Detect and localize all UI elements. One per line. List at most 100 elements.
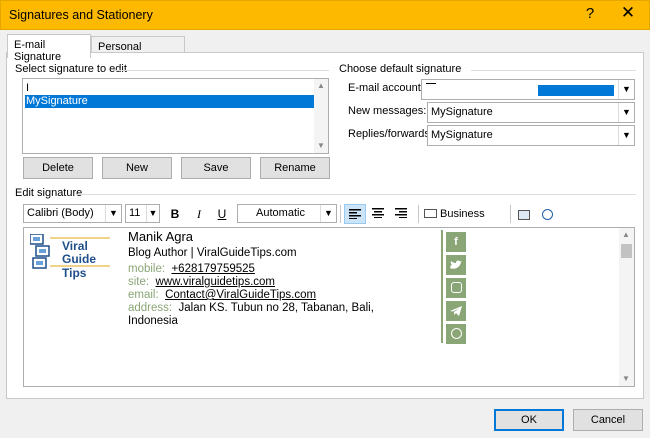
tab-email-signature[interactable]: E-mail Signature xyxy=(7,34,91,63)
twitter-bird-glyph xyxy=(450,260,462,269)
scroll-down-icon[interactable]: ▼ xyxy=(619,372,633,386)
address-label: address: xyxy=(128,302,173,314)
align-left-icon xyxy=(349,209,361,219)
site-label: site: xyxy=(128,276,150,288)
tab-email-signature-label: E-mail Signature xyxy=(14,39,62,63)
editor-scrollbar[interactable]: ▲ ▼ xyxy=(619,228,634,386)
scroll-down-icon[interactable]: ▼ xyxy=(314,139,328,153)
align-center-button[interactable] xyxy=(367,204,389,224)
save-button[interactable]: Save xyxy=(181,157,251,179)
signature-list[interactable]: I MySignature ▲ ▼ xyxy=(22,78,329,154)
chevron-down-icon[interactable]: ▼ xyxy=(618,126,634,145)
replies-forwards-value: MySignature xyxy=(431,129,493,141)
cancel-button[interactable]: Cancel xyxy=(573,409,643,431)
logo-text-line1: Viral xyxy=(62,239,88,253)
ok-button[interactable]: OK xyxy=(494,409,564,431)
list-item-label: MySignature xyxy=(26,95,88,107)
email-account-label: E-mail account: xyxy=(348,82,424,94)
signature-address: address: Jalan KS. Tubun no 28, Tabanan,… xyxy=(128,302,374,314)
redacted-account xyxy=(538,85,614,96)
site-link[interactable]: www.viralguidetips.com xyxy=(155,276,275,288)
list-item-selected[interactable]: MySignature xyxy=(25,95,316,108)
new-button[interactable]: New xyxy=(102,157,172,179)
signature-editor[interactable]: Viral Guide Tips Manik Agra Blog Author … xyxy=(23,227,635,387)
new-messages-select[interactable]: MySignature ▼ xyxy=(427,102,635,123)
chevron-down-icon[interactable]: ▼ xyxy=(105,205,121,222)
bold-button[interactable]: B xyxy=(166,204,184,224)
logo-text-line2: Guide Tips xyxy=(62,252,97,280)
email-label: email: xyxy=(128,289,159,301)
italic-button[interactable]: I xyxy=(190,204,208,224)
align-left-button[interactable] xyxy=(344,204,366,224)
signature-email: email: Contact@ViralGuideTips.com xyxy=(128,289,316,301)
close-button[interactable]: ✕ xyxy=(615,3,641,27)
default-signature-heading: Choose default signature xyxy=(339,63,462,75)
font-color-select[interactable]: Automatic ▼ xyxy=(237,204,337,223)
globe-link-icon xyxy=(541,209,553,221)
email-account-select[interactable]: ▼ xyxy=(421,79,635,100)
address-line1: Jalan KS. Tubun no 28, Tabanan, Bali, xyxy=(178,302,374,314)
scroll-thumb[interactable] xyxy=(621,244,632,258)
signature-divider xyxy=(441,230,443,343)
scroll-up-icon[interactable]: ▲ xyxy=(619,228,633,242)
signatures-dialog: Signatures and Stationery ? ✕ E-mail Sig… xyxy=(0,0,650,438)
insert-picture-button[interactable] xyxy=(514,204,534,224)
delete-button[interactable]: Delete xyxy=(23,157,93,179)
scroll-up-icon[interactable]: ▲ xyxy=(314,79,328,93)
toolbar-separator xyxy=(510,205,511,223)
font-size-value: 11 xyxy=(129,207,141,219)
underline-button[interactable]: U xyxy=(213,204,231,224)
whatsapp-glyph xyxy=(450,327,462,339)
new-messages-value: MySignature xyxy=(431,106,493,118)
list-item[interactable]: I xyxy=(25,82,316,95)
rename-button[interactable]: Rename xyxy=(260,157,330,179)
replies-forwards-select[interactable]: MySignature ▼ xyxy=(427,125,635,146)
replies-forwards-label: Replies/forwards: xyxy=(348,128,433,140)
picture-icon xyxy=(518,209,530,220)
email-link[interactable]: Contact@ViralGuideTips.com xyxy=(165,289,316,301)
font-color-value: Automatic xyxy=(256,207,305,219)
edit-signature-heading: Edit signature xyxy=(15,187,83,199)
chevron-down-icon[interactable]: ▼ xyxy=(146,205,159,222)
font-select[interactable]: Calibri (Body) ▼ xyxy=(23,204,122,223)
viral-guide-tips-logo: Viral Guide Tips xyxy=(29,233,112,280)
help-button[interactable]: ? xyxy=(579,5,601,25)
signature-role: Blog Author | ViralGuideTips.com xyxy=(128,247,297,259)
window-title: Signatures and Stationery xyxy=(9,8,153,22)
insert-hyperlink-button[interactable] xyxy=(537,204,557,224)
signature-name: Manik Agra xyxy=(128,229,194,244)
font-size-select[interactable]: 11 ▼ xyxy=(125,204,160,223)
list-scrollbar[interactable]: ▲ ▼ xyxy=(314,79,328,153)
align-right-button[interactable] xyxy=(390,204,412,224)
group-divider xyxy=(471,70,636,71)
select-signature-heading: Select signature to edit xyxy=(15,63,127,75)
mobile-link[interactable]: +628179759525 xyxy=(171,263,254,275)
signature-mobile: mobile: +628179759525 xyxy=(128,263,255,275)
telegram-plane-glyph xyxy=(450,306,462,316)
list-item-label: I xyxy=(26,82,30,94)
toolbar-separator xyxy=(418,205,419,223)
business-card-button[interactable]: Business Card xyxy=(424,204,506,240)
twitter-icon[interactable] xyxy=(446,255,466,275)
toolbar-separator xyxy=(340,205,341,223)
telegram-icon[interactable] xyxy=(446,301,466,321)
chevron-down-icon[interactable]: ▼ xyxy=(618,103,634,122)
instagram-icon[interactable] xyxy=(446,278,466,298)
font-value: Calibri (Body) xyxy=(27,207,94,219)
new-messages-label: New messages: xyxy=(348,105,427,117)
group-divider xyxy=(116,70,329,71)
align-right-icon xyxy=(395,208,407,218)
mobile-label: mobile: xyxy=(128,263,166,275)
chevron-down-icon[interactable]: ▼ xyxy=(618,80,634,99)
align-center-icon xyxy=(372,208,384,218)
title-bar: Signatures and Stationery ? ✕ xyxy=(0,0,650,30)
group-divider xyxy=(76,194,636,195)
instagram-glyph xyxy=(450,281,462,293)
address-line2: Indonesia xyxy=(128,315,178,327)
signature-site: site: www.viralguidetips.com xyxy=(128,276,275,288)
facebook-icon[interactable]: f xyxy=(446,232,466,252)
business-card-icon xyxy=(424,208,437,218)
redacted-mark xyxy=(426,83,436,84)
chevron-down-icon[interactable]: ▼ xyxy=(320,205,336,222)
whatsapp-icon[interactable] xyxy=(446,324,466,344)
